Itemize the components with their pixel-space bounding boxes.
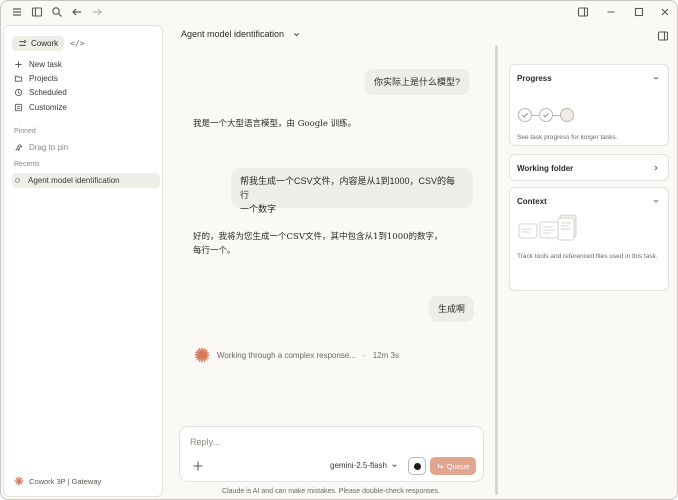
composer: gemini-2.5-flash Queue xyxy=(179,426,484,482)
page-title: Agent model identification xyxy=(181,29,285,39)
user-message: 帮我生成一个CSV文件，内容是从1到1000，CSV的每行 一个数字 xyxy=(231,168,473,214)
sidebar-item-label: Customize xyxy=(29,102,67,112)
title-bar xyxy=(1,1,677,23)
folder-icon xyxy=(14,75,23,82)
user-message-text: 你实际上是什么模型? xyxy=(374,77,461,87)
cowork-mode-label: Cowork xyxy=(31,38,59,48)
user-message-text: 帮我生成一个CSV文件，内容是从1到1000，CSV的每行 xyxy=(240,176,456,200)
claude-spinner-icon xyxy=(194,347,210,363)
working-folder-card[interactable]: Working folder xyxy=(509,154,669,181)
sidebar-item-projects[interactable]: Projects xyxy=(12,71,160,85)
model-name: gemini-2.5-flash xyxy=(330,461,387,470)
minimize-icon[interactable] xyxy=(603,4,619,20)
stop-icon xyxy=(413,462,421,470)
sidebar-item-scheduled[interactable]: Scheduled xyxy=(12,85,160,99)
context-files-illustration-icon xyxy=(518,214,577,241)
chevron-down-icon xyxy=(392,464,397,468)
assistant-message-text: 我是一个大型语言模型，由 Google 训练。 xyxy=(193,119,357,129)
cowork-mode-button[interactable]: Cowork xyxy=(12,35,65,51)
chevron-down-icon[interactable] xyxy=(652,197,660,205)
context-card: Context Track tools and referenced files… xyxy=(509,187,669,291)
sidebar: Cowork </> New task Projects Scheduled C… xyxy=(3,25,163,497)
context-title: Context xyxy=(517,197,547,206)
conversation-title-dropdown[interactable]: Agent model identification xyxy=(181,29,301,39)
layout-toggle-icon[interactable] xyxy=(575,4,591,20)
claude-logo-icon xyxy=(14,476,24,486)
code-mode-icon[interactable]: </> xyxy=(70,39,84,48)
recent-item-label: Agent model identification xyxy=(28,176,120,185)
footer-label: Cowork 3P | Gateway xyxy=(29,476,102,486)
pending-step-icon xyxy=(560,108,574,122)
progress-card: Progress See task progress for longer ta… xyxy=(509,64,669,146)
user-message-text: 一个数字 xyxy=(240,204,277,214)
menu-icon[interactable] xyxy=(9,4,25,20)
assistant-message-text: 好的，我将为您生成一个CSV文件，其中包含从1到1000的数字， xyxy=(193,232,443,242)
chevron-down-icon xyxy=(293,32,300,36)
plus-icon xyxy=(15,60,22,68)
assistant-message: 我是一个大型语言模型，由 Google 训练。 xyxy=(193,117,356,131)
step-connector xyxy=(532,114,539,116)
working-status: Working through a complex response... · … xyxy=(194,347,399,363)
status-separator: · xyxy=(363,350,366,360)
working-folder-title: Working folder xyxy=(517,164,574,173)
close-icon[interactable] xyxy=(657,4,673,20)
customize-icon xyxy=(14,103,23,111)
user-message-text: 生成啊 xyxy=(438,304,466,314)
chat-scrollbar[interactable] xyxy=(495,45,498,495)
forward-arrow-icon[interactable] xyxy=(89,4,105,20)
queue-label: Queue xyxy=(446,461,470,471)
attach-plus-icon[interactable] xyxy=(192,459,204,471)
sidebar-item-new-task[interactable]: New task xyxy=(12,57,160,71)
user-message: 生成啊 xyxy=(429,296,475,322)
queue-arrow-icon xyxy=(437,463,444,469)
elapsed-time: 12m 3s xyxy=(372,350,399,360)
recent-item-agent-model-identification[interactable]: Agent model identification xyxy=(12,173,160,188)
back-arrow-icon[interactable] xyxy=(69,4,85,20)
assistant-message: 好的，我将为您生成一个CSV文件，其中包含从1到1000的数字， 每行一个。 xyxy=(193,230,443,258)
reply-input[interactable] xyxy=(190,437,470,447)
disclaimer: Claude is AI and can make mistakes. Plea… xyxy=(222,488,440,495)
queue-button[interactable]: Queue xyxy=(430,457,476,475)
status-text: Working through a complex response... xyxy=(217,350,357,360)
user-message: 你实际上是什么模型? xyxy=(365,69,470,95)
sidebar-toggle-icon[interactable] xyxy=(29,4,45,20)
search-icon[interactable] xyxy=(49,4,65,20)
clock-icon xyxy=(14,88,23,96)
assistant-message-text: 每行一个。 xyxy=(193,246,236,256)
recents-heading: Recents xyxy=(14,161,40,168)
mode-switcher: Cowork </> xyxy=(12,35,85,51)
context-description: Track tools and referenced files used in… xyxy=(517,253,658,260)
cowork-mode-icon xyxy=(19,39,27,46)
model-selector[interactable]: gemini-2.5-flash xyxy=(330,461,398,470)
progress-title: Progress xyxy=(517,74,552,83)
step-connector xyxy=(553,114,560,116)
stop-button[interactable] xyxy=(408,457,426,475)
progress-description: See task progress for longer tasks. xyxy=(517,134,618,141)
drag-to-pin-hint: Drag to pin xyxy=(12,140,160,154)
maximize-icon[interactable] xyxy=(631,4,647,20)
app-window: Cowork </> New task Projects Scheduled C… xyxy=(0,0,678,500)
right-panel-toggle-icon[interactable] xyxy=(657,29,669,41)
chevron-down-icon[interactable] xyxy=(652,74,660,82)
chevron-right-icon xyxy=(654,165,658,171)
pin-icon xyxy=(15,143,23,151)
progress-steps xyxy=(518,108,574,122)
completed-step-icon xyxy=(518,108,532,122)
completed-step-icon xyxy=(539,108,553,122)
sidebar-footer[interactable]: Cowork 3P | Gateway xyxy=(14,476,101,486)
sidebar-item-customize[interactable]: Customize xyxy=(12,100,160,114)
sidebar-item-label: Scheduled xyxy=(29,87,67,97)
drag-to-pin-label: Drag to pin xyxy=(29,142,69,152)
pinned-heading: Pinned xyxy=(14,128,36,135)
sidebar-item-label: New task xyxy=(29,59,62,69)
sidebar-item-label: Projects xyxy=(29,73,58,83)
status-dot-icon xyxy=(15,178,20,183)
